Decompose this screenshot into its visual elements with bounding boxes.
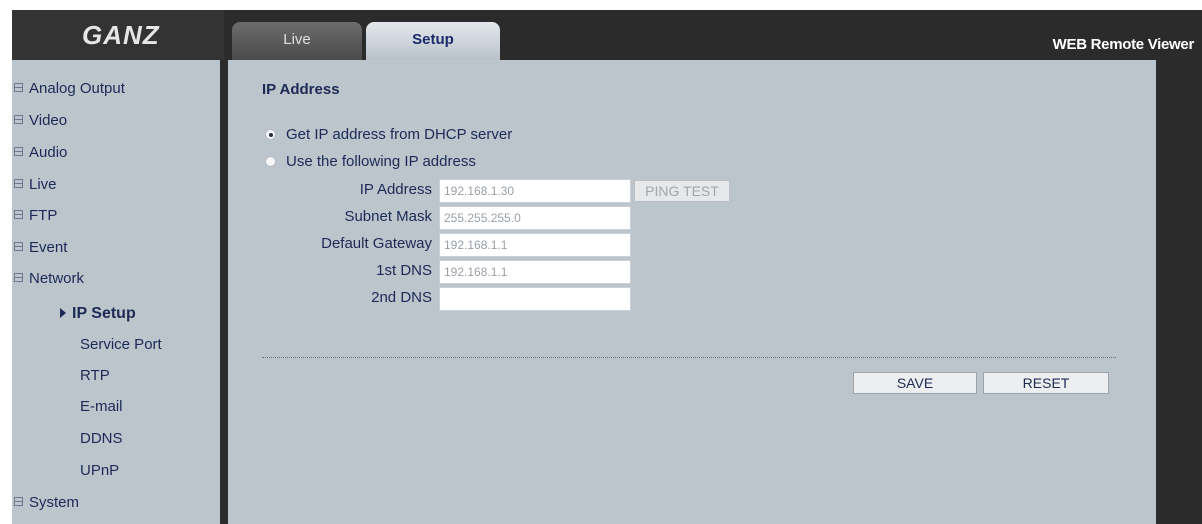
ip-address-input[interactable]: 192.168.1.30 [439, 179, 631, 203]
tab-live[interactable]: Live [232, 22, 362, 60]
logo: GANZ [82, 20, 160, 50]
sidebar-item-analog-output[interactable]: Analog Output [14, 78, 125, 100]
sidebar-sub-ddns[interactable]: DDNS [80, 428, 123, 450]
radio-dhcp[interactable] [265, 129, 276, 140]
dns1-label: 1st DNS [376, 262, 432, 279]
dns1-input[interactable]: 192.168.1.1 [439, 260, 631, 284]
sidebar-sub-upnp[interactable]: UPnP [80, 460, 119, 482]
sidebar-sub-rtp[interactable]: RTP [80, 365, 110, 387]
sidebar-item-label: Live [29, 176, 57, 193]
expand-icon [14, 179, 23, 188]
expand-icon [14, 115, 23, 124]
sidebar-item-label: Event [29, 239, 68, 256]
sidebar-item-label: Video [29, 112, 68, 129]
sidebar-item-audio[interactable]: Audio [14, 142, 67, 164]
collapse-icon [14, 273, 23, 282]
sidebar-item-live[interactable]: Live [14, 174, 57, 196]
radio-dhcp-row[interactable]: Get IP address from DHCP server [265, 125, 512, 145]
dns2-input[interactable] [439, 287, 631, 311]
sidebar-item-ftp[interactable]: FTP [14, 205, 57, 227]
save-button[interactable]: SAVE [853, 372, 977, 394]
subnet-mask-label: Subnet Mask [344, 208, 432, 225]
tab-setup[interactable]: Setup [366, 22, 500, 60]
ip-address-label: IP Address [359, 181, 432, 198]
ping-test-button[interactable]: PING TEST [634, 180, 730, 202]
sidebar-item-network[interactable]: Network [14, 268, 84, 290]
reset-button[interactable]: RESET [983, 372, 1109, 394]
default-gateway-input[interactable]: 192.168.1.1 [439, 233, 631, 257]
sidebar-sub-email[interactable]: E-mail [80, 396, 123, 418]
radio-dhcp-label: Get IP address from DHCP server [286, 126, 513, 143]
sidebar-item-label: FTP [29, 207, 58, 224]
sidebar-sub-ip-setup[interactable]: IP Setup [60, 303, 136, 325]
default-gateway-label: Default Gateway [321, 235, 432, 252]
expand-icon [14, 210, 23, 219]
radio-static-row[interactable]: Use the following IP address [265, 152, 476, 172]
radio-static-label: Use the following IP address [286, 153, 476, 170]
section-title: IP Address [262, 81, 340, 98]
expand-icon [14, 497, 23, 506]
radio-static[interactable] [265, 156, 276, 167]
dns2-label: 2nd DNS [371, 289, 432, 306]
arrow-right-icon [60, 308, 66, 318]
sidebar-sub-service-port[interactable]: Service Port [80, 334, 162, 356]
expand-icon [14, 83, 23, 92]
sidebar-sub-label: IP Setup [72, 305, 136, 322]
app-title: WEB Remote Viewer [1052, 36, 1195, 53]
sidebar-item-event[interactable]: Event [14, 237, 67, 259]
logo-area: GANZ [12, 10, 224, 60]
subnet-mask-input[interactable]: 255.255.255.0 [439, 206, 631, 230]
sidebar-item-label: System [29, 494, 80, 511]
sidebar-item-label: Audio [29, 144, 68, 161]
expand-icon [14, 242, 23, 251]
divider [262, 357, 1116, 358]
expand-icon [14, 147, 23, 156]
sidebar-item-label: Analog Output [29, 80, 125, 97]
sidebar-item-video[interactable]: Video [14, 110, 67, 132]
sidebar-item-label: Network [29, 270, 85, 287]
sidebar-item-system[interactable]: System [14, 492, 79, 514]
